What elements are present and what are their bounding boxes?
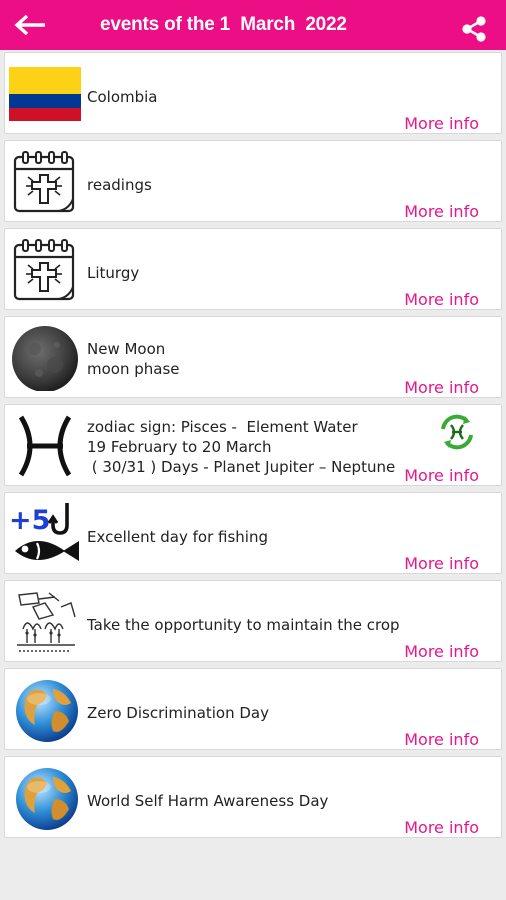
colombia-flag-icon [9,61,81,127]
more-info-link[interactable]: More info [404,554,479,573]
event-text: Colombia [87,87,158,107]
share-icon[interactable] [460,15,488,43]
event-text: zodiac sign: Pisces - Element Water 19 F… [87,417,395,477]
event-card[interactable]: Zero Discrimination Day More info [4,668,502,750]
event-line: moon phase [87,360,180,378]
event-card[interactable]: World Self Harm Awareness Day More info [4,756,502,838]
event-line: Colombia [87,88,158,106]
event-text: readings [87,175,152,195]
page-title: events of the 1 March 2022 [100,14,347,35]
event-card[interactable]: Liturgy More info [4,228,502,310]
event-line: Zero Discrimination Day [87,704,269,722]
more-info-link[interactable]: More info [404,114,479,133]
event-line: World Self Harm Awareness Day [87,792,329,810]
recycle-pisces-icon [437,413,477,451]
back-arrow-icon[interactable] [14,13,48,37]
more-info-link[interactable]: More info [404,818,479,837]
event-text: Zero Discrimination Day [87,703,269,723]
calendar-cross-icon [9,237,81,303]
event-line: Liturgy [87,264,140,282]
fishing-icon: +5 [9,501,81,567]
calendar-cross-icon [9,149,81,215]
event-text: Liturgy [87,263,139,283]
event-card[interactable]: readings More info [4,140,502,222]
event-card[interactable]: New Moon moon phase More info [4,316,502,398]
moon-icon [9,325,81,391]
event-text: Take the opportunity to maintain the cro… [87,615,400,635]
crop-sketch-icon [9,589,81,655]
fishing-score: +5 [9,505,50,536]
event-line: 19 February to 20 March [87,438,272,456]
event-text: New Moon moon phase [87,339,180,379]
event-line: ( 30/31 ) Days - Planet Jupiter – Neptun… [87,458,396,476]
more-info-link[interactable]: More info [404,290,479,309]
pisces-icon [9,413,81,479]
more-info-link[interactable]: More info [404,730,479,749]
more-info-link[interactable]: More info [404,202,479,221]
event-line: zodiac sign: Pisces - Element Water [87,418,358,436]
event-line: Take the opportunity to maintain the cro… [87,616,400,634]
event-card[interactable]: Take the opportunity to maintain the cro… [4,580,502,662]
globe-icon [9,677,81,743]
more-info-link[interactable]: More info [404,466,479,485]
event-line: readings [87,176,152,194]
event-card[interactable]: Colombia More info [4,52,502,134]
event-card[interactable]: +5 Excellent day for fishing More info [4,492,502,574]
event-text: Excellent day for fishing [87,527,268,547]
event-text: World Self Harm Awareness Day [87,791,328,811]
event-line: New Moon [87,340,166,358]
more-info-link[interactable]: More info [404,642,479,661]
events-list: Colombia More info readings More info Li… [4,52,502,844]
event-line: Excellent day for fishing [87,528,269,546]
globe-icon [9,765,81,831]
app-bar: events of the 1 March 2022 [0,0,506,50]
event-card[interactable]: zodiac sign: Pisces - Element Water 19 F… [4,404,502,486]
more-info-link[interactable]: More info [404,378,479,397]
